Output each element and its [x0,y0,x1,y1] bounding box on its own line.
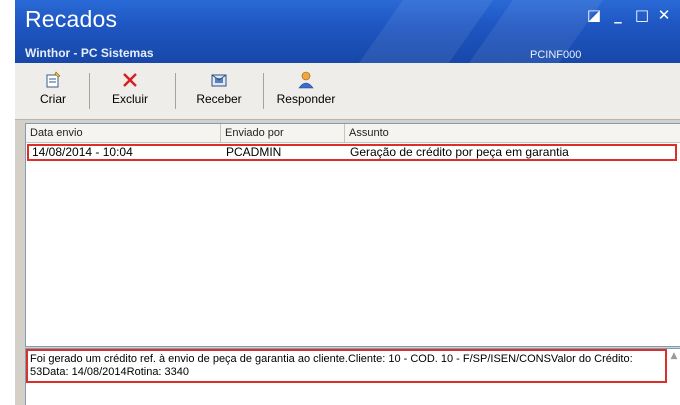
toolbar: Criar Excluir Receber Responder [15,63,680,120]
restore-icon[interactable]: ◪ [585,6,603,24]
column-data-envio[interactable]: Data envio [26,124,221,142]
responder-label: Responder [276,92,336,106]
excluir-button[interactable]: Excluir [105,71,155,115]
window-title: Recados [25,6,118,32]
row-enviado-por: PCADMIN [226,145,282,159]
window-subtitle: Winthor - PC Sistemas [25,46,154,60]
reply-user-icon [298,71,314,89]
column-assunto[interactable]: Assunto [345,124,680,142]
scroll-up-icon[interactable]: ▲ [667,349,680,363]
minimize-icon[interactable]: _ [609,6,627,24]
new-message-icon [46,71,61,88]
message-list[interactable]: Data envio Enviado por Assunto 14/08/201… [25,123,680,347]
maximize-icon[interactable]: □ [633,6,651,24]
receber-label: Receber [196,92,242,106]
close-icon[interactable]: ✕ [655,6,673,24]
recados-window: Recados Winthor - PC Sistemas PCINF000 ◪… [15,0,680,405]
receive-message-icon [211,74,227,87]
title-bar[interactable]: Recados Winthor - PC Sistemas PCINF000 ◪… [15,0,680,63]
message-body-field[interactable]: Foi gerado um crédito ref. à envio de pe… [25,348,680,405]
criar-label: Criar [40,92,66,106]
criar-button[interactable]: Criar [35,71,71,115]
responder-button[interactable]: Responder [273,71,339,115]
row-data-envio: 14/08/2014 - 10:04 [32,145,133,159]
row-assunto: Geração de crédito por peça em garantia [350,145,569,159]
table-row[interactable]: 14/08/2014 - 10:04 PCADMIN Geração de cr… [27,144,677,161]
message-text: Foi gerado um crédito ref. à envio de pe… [30,353,633,378]
receber-button[interactable]: Receber [191,71,247,115]
routine-code: PCINF000 [530,49,582,61]
column-enviado-por[interactable]: Enviado por [221,124,345,142]
list-header: Data envio Enviado por Assunto [26,124,680,143]
delete-x-icon [123,73,137,87]
excluir-label: Excluir [111,92,148,106]
